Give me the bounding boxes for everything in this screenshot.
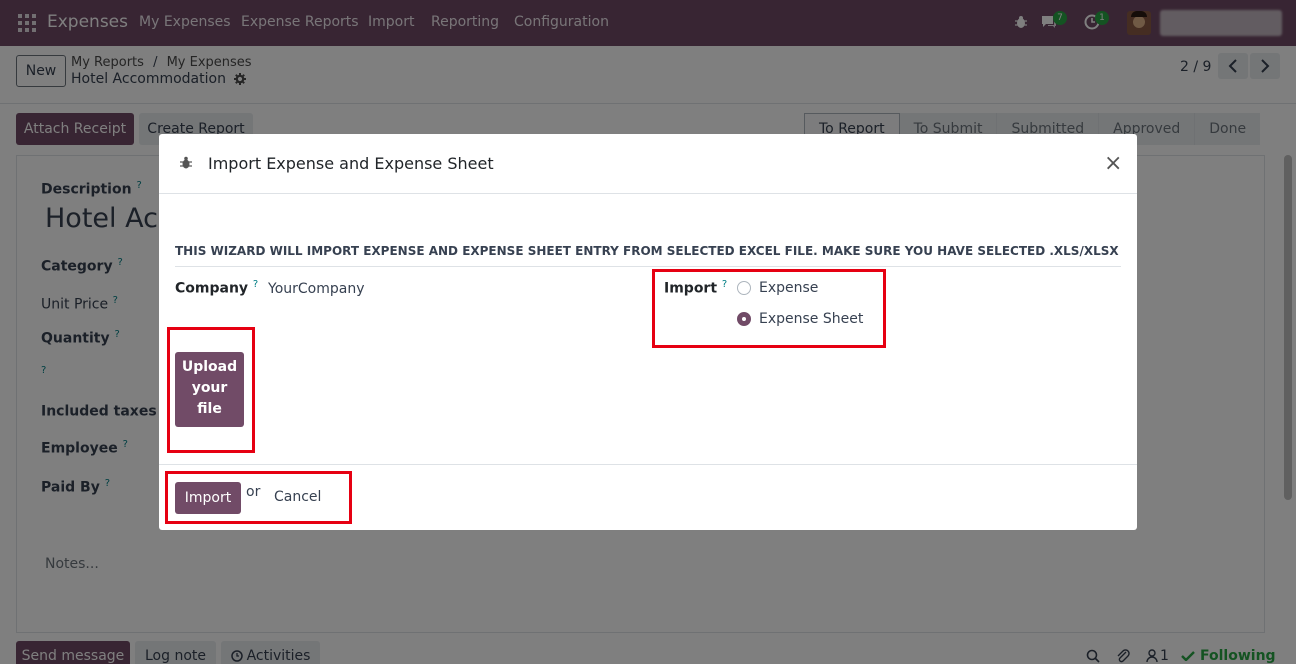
company-value[interactable]: YourCompany: [268, 281, 365, 297]
wizard-instructions: THIS WIZARD WILL IMPORT EXPENSE AND EXPE…: [175, 244, 1121, 267]
dialog-title: Import Expense and Expense Sheet: [208, 154, 494, 173]
bug-icon: [180, 156, 192, 169]
close-icon[interactable]: ×: [1104, 153, 1122, 175]
highlight-import-actions: [165, 471, 352, 524]
company-label: Company ?: [175, 279, 259, 297]
highlight-upload-button: [167, 327, 255, 453]
highlight-import-options: [652, 269, 886, 348]
dialog-header: Import Expense and Expense Sheet ×: [159, 134, 1137, 194]
